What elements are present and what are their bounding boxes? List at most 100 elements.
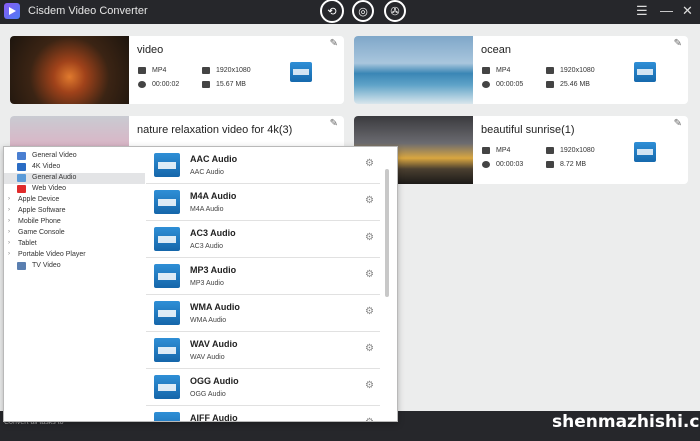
film-mode-button[interactable]: ✇ bbox=[384, 0, 406, 22]
task-card[interactable]: video MP4 1920x1080 00:00:02 15.67 MB ✎ bbox=[10, 36, 344, 104]
category-list: General Video 4K Video General Audio Web Vi… bbox=[4, 147, 145, 421]
clock-icon bbox=[138, 81, 146, 88]
format-name: WMA Audio bbox=[190, 302, 240, 312]
resolution-icon bbox=[546, 147, 554, 154]
edit-icon[interactable]: ✎ bbox=[330, 38, 338, 49]
format-dropdown[interactable]: General Video 4K Video General Audio Web Vi… bbox=[3, 146, 398, 422]
format-item[interactable]: WAV Audio WAV Audio ⚙ bbox=[146, 332, 380, 369]
convert-mode-button[interactable]: ⟲ bbox=[320, 0, 344, 23]
film-reel-icon: ✇ bbox=[390, 5, 400, 18]
category-item[interactable]: › Tablet bbox=[4, 239, 145, 250]
category-label: General Audio bbox=[32, 174, 77, 181]
format-item[interactable]: OGG Audio OGG Audio ⚙ bbox=[146, 369, 380, 406]
edit-icon[interactable]: ✎ bbox=[330, 118, 338, 129]
gear-icon[interactable]: ⚙ bbox=[365, 380, 374, 391]
menu-icon[interactable]: ☰ bbox=[636, 3, 648, 19]
format-list: AAC Audio AAC Audio ⚙ M4A Audio M4A Audio ⚙ AC… bbox=[146, 147, 380, 421]
category-item[interactable]: › Game Console bbox=[4, 228, 145, 239]
format-icon bbox=[482, 147, 490, 154]
category-label: Apple Software bbox=[18, 207, 66, 214]
tv-icon bbox=[17, 262, 26, 270]
format-item[interactable]: M4A Audio M4A Audio ⚙ bbox=[146, 184, 380, 221]
category-item[interactable]: › Portable Video Player bbox=[4, 250, 145, 261]
expand-arrow-icon[interactable]: › bbox=[8, 218, 10, 224]
category-item[interactable]: › Mobile Phone bbox=[4, 217, 145, 228]
resolution-meta: 1920x1080 bbox=[546, 67, 595, 74]
gear-icon[interactable]: ⚙ bbox=[365, 195, 374, 206]
edit-icon[interactable]: ✎ bbox=[674, 38, 682, 49]
watermark: shenmazhishi.com bbox=[552, 412, 700, 432]
output-format-icon[interactable] bbox=[634, 62, 656, 82]
category-label: 4K Video bbox=[32, 163, 61, 170]
app-logo-icon bbox=[4, 3, 20, 19]
resolution-meta: 1920x1080 bbox=[546, 147, 595, 154]
format-scrollbar[interactable] bbox=[385, 169, 389, 297]
convert-icon: ⟲ bbox=[327, 5, 337, 18]
category-label: Portable Video Player bbox=[18, 251, 86, 258]
music-note-icon bbox=[17, 174, 26, 182]
expand-arrow-icon[interactable]: › bbox=[8, 196, 10, 202]
audio-format-icon bbox=[154, 412, 180, 421]
app-title: Cisdem Video Converter bbox=[28, 5, 148, 17]
gear-icon[interactable]: ⚙ bbox=[365, 306, 374, 317]
gear-icon[interactable]: ⚙ bbox=[365, 158, 374, 169]
size-meta: 25.46 MB bbox=[546, 81, 590, 88]
category-label: Game Console bbox=[18, 229, 65, 236]
format-name: AIFF Audio bbox=[190, 413, 238, 421]
expand-arrow-icon[interactable]: › bbox=[8, 207, 10, 213]
format-item[interactable]: AC3 Audio AC3 Audio ⚙ bbox=[146, 221, 380, 258]
expand-arrow-icon[interactable]: › bbox=[8, 251, 10, 257]
gear-icon[interactable]: ⚙ bbox=[365, 343, 374, 354]
category-item[interactable]: 4K Video bbox=[4, 162, 145, 173]
task-card[interactable]: beautiful sunrise(1) MP4 1920x1080 00:00… bbox=[354, 116, 688, 184]
video-thumbnail[interactable] bbox=[354, 36, 473, 104]
output-format-icon[interactable] bbox=[634, 142, 656, 162]
video-thumbnail[interactable] bbox=[10, 36, 129, 104]
audio-format-icon bbox=[154, 153, 180, 177]
duration-meta: 00:00:05 bbox=[482, 81, 523, 88]
category-label: Mobile Phone bbox=[18, 218, 61, 225]
gear-icon[interactable]: ⚙ bbox=[365, 417, 374, 421]
clock-icon bbox=[482, 81, 490, 88]
format-icon bbox=[482, 67, 490, 74]
clock-icon bbox=[482, 161, 490, 168]
audio-format-icon bbox=[154, 227, 180, 251]
close-button[interactable]: ✕ bbox=[682, 3, 693, 19]
format-name: AC3 Audio bbox=[190, 228, 236, 238]
format-description: M4A Audio bbox=[190, 206, 224, 213]
category-label: Apple Device bbox=[18, 196, 60, 203]
category-item[interactable]: › Apple Device bbox=[4, 195, 145, 206]
task-card[interactable]: ocean MP4 1920x1080 00:00:05 25.46 MB ✎ bbox=[354, 36, 688, 104]
gear-icon[interactable]: ⚙ bbox=[365, 232, 374, 243]
category-item[interactable]: › Apple Software bbox=[4, 206, 145, 217]
resolution-icon bbox=[546, 67, 554, 74]
format-name: WAV Audio bbox=[190, 339, 238, 349]
category-item[interactable]: Web Video bbox=[4, 184, 145, 195]
expand-arrow-icon[interactable]: › bbox=[8, 240, 10, 246]
resolution-icon bbox=[202, 67, 210, 74]
format-item[interactable]: WMA Audio WMA Audio ⚙ bbox=[146, 295, 380, 332]
edit-icon[interactable]: ✎ bbox=[674, 118, 682, 129]
category-item[interactable]: TV Video bbox=[4, 261, 145, 272]
resolution-meta: 1920x1080 bbox=[202, 67, 251, 74]
gear-icon[interactable]: ⚙ bbox=[365, 269, 374, 280]
audio-format-icon bbox=[154, 338, 180, 362]
format-item[interactable]: MP3 Audio MP3 Audio ⚙ bbox=[146, 258, 380, 295]
minimize-button[interactable]: — bbox=[660, 3, 673, 19]
rip-disc-mode-button[interactable]: ◎ bbox=[352, 0, 374, 22]
category-label: Web Video bbox=[32, 185, 66, 192]
rip-disc-icon: ◎ bbox=[358, 5, 368, 18]
category-item[interactable]: General Video bbox=[4, 151, 145, 162]
expand-arrow-icon[interactable]: › bbox=[8, 229, 10, 235]
download-icon bbox=[546, 81, 554, 88]
download-icon bbox=[546, 161, 554, 168]
audio-format-icon bbox=[154, 301, 180, 325]
category-item[interactable]: General Audio bbox=[4, 173, 145, 184]
size-meta: 15.67 MB bbox=[202, 81, 246, 88]
format-item[interactable]: AAC Audio AAC Audio ⚙ bbox=[146, 147, 380, 184]
task-title: ocean bbox=[481, 44, 511, 56]
4k-icon bbox=[17, 163, 26, 171]
format-item[interactable]: AIFF Audio ⚙ bbox=[146, 406, 380, 421]
format-description: AAC Audio bbox=[190, 169, 224, 176]
output-format-icon[interactable] bbox=[290, 62, 312, 82]
